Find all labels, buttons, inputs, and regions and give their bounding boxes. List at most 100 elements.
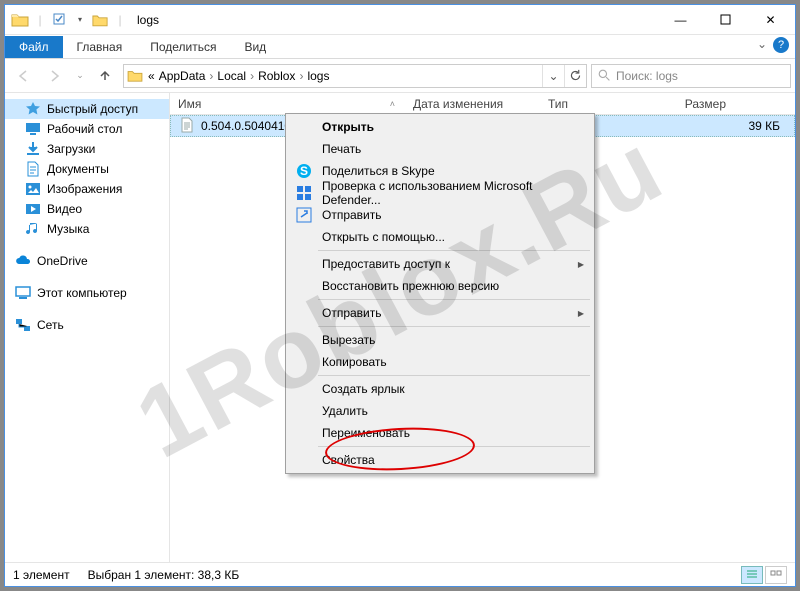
ctx-defender[interactable]: Проверка с использованием Microsoft Defe… — [288, 182, 592, 204]
ctx-create-shortcut[interactable]: Создать ярлык — [288, 378, 592, 400]
sidebar-item-label: Музыка — [47, 222, 89, 236]
help-icon[interactable]: ? — [773, 37, 789, 53]
submenu-arrow-icon: ▶ — [578, 260, 592, 269]
document-icon — [25, 161, 41, 177]
context-menu: Открыть Печать S Поделиться в Skype Пров… — [285, 113, 595, 474]
col-size[interactable]: Размер — [640, 97, 740, 111]
forward-button[interactable] — [41, 63, 69, 89]
crumb-local[interactable]: Local› — [215, 65, 256, 87]
sidebar-item-label: Загрузки — [47, 142, 95, 156]
ctx-openwith[interactable]: Открыть с помощью... — [288, 226, 592, 248]
sidebar-item-this-pc[interactable]: Этот компьютер — [5, 283, 169, 303]
sidebar-item-images[interactable]: Изображения — [5, 179, 169, 199]
ribbon-file-tab[interactable]: Файл — [5, 36, 63, 58]
ctx-print[interactable]: Печать — [288, 138, 592, 160]
status-selection: Выбран 1 элемент: 38,3 КБ — [88, 568, 240, 582]
ctx-properties[interactable]: Свойства — [288, 449, 592, 471]
sidebar-item-label: Видео — [47, 202, 82, 216]
search-input[interactable]: Поиск: logs — [591, 64, 791, 88]
column-headers[interactable]: Имя˄ Дата изменения Тип Размер — [170, 93, 795, 115]
sidebar-item-label: Быстрый доступ — [47, 102, 138, 116]
address-folder-icon — [124, 69, 146, 82]
col-name[interactable]: Имя˄ — [170, 97, 405, 111]
crumb-appdata[interactable]: AppData› — [157, 65, 216, 87]
sidebar-item-music[interactable]: Музыка — [5, 219, 169, 239]
desktop-icon — [25, 121, 41, 137]
crumb-prefix[interactable]: « — [146, 65, 157, 87]
qat-folder-icon[interactable] — [91, 11, 109, 29]
close-button[interactable]: ✕ — [748, 5, 793, 34]
sidebar-item-label: Рабочий стол — [47, 122, 122, 136]
sidebar-item-network[interactable]: Сеть — [5, 315, 169, 335]
sidebar-item-desktop[interactable]: Рабочий стол — [5, 119, 169, 139]
ctx-cut[interactable]: Вырезать — [288, 329, 592, 351]
skype-icon: S — [296, 163, 312, 179]
share-icon — [296, 207, 312, 223]
sidebar-item-label: Сеть — [37, 318, 64, 332]
col-date[interactable]: Дата изменения — [405, 97, 540, 111]
sidebar-item-label: OneDrive — [37, 254, 88, 268]
sidebar: Быстрый доступ Рабочий стол Загрузки Док… — [5, 93, 170, 562]
recent-button[interactable]: ⌄ — [73, 63, 87, 89]
maximize-button[interactable] — [703, 5, 748, 34]
cloud-icon — [15, 253, 31, 269]
pc-icon — [15, 285, 31, 301]
col-type[interactable]: Тип — [540, 97, 640, 111]
ribbon: Файл Главная Поделиться Вид ⌄ ? — [5, 35, 795, 59]
qat-sep2: | — [111, 11, 129, 29]
sidebar-item-video[interactable]: Видео — [5, 199, 169, 219]
ctx-send-to[interactable]: Отправить▶ — [288, 302, 592, 324]
status-count: 1 элемент — [13, 568, 70, 582]
search-placeholder: Поиск: logs — [616, 69, 678, 83]
back-button[interactable] — [9, 63, 37, 89]
sidebar-item-label: Этот компьютер — [37, 286, 127, 300]
window-title: logs — [137, 13, 159, 27]
crumb-roblox[interactable]: Roblox› — [256, 65, 305, 87]
music-icon — [25, 221, 41, 237]
ctx-delete[interactable]: Удалить — [288, 400, 592, 422]
defender-icon — [296, 185, 312, 201]
refresh-button[interactable] — [564, 65, 586, 87]
crumb-logs[interactable]: logs — [305, 65, 331, 87]
sidebar-item-downloads[interactable]: Загрузки — [5, 139, 169, 159]
submenu-arrow-icon: ▶ — [578, 309, 592, 318]
ctx-open[interactable]: Открыть — [288, 116, 592, 138]
address-bar[interactable]: « AppData› Local› Roblox› logs ⌄ — [123, 64, 587, 88]
video-icon — [25, 201, 41, 217]
address-dropdown-icon[interactable]: ⌄ — [542, 65, 564, 87]
file-size: 39 КБ — [694, 119, 794, 133]
ctx-grant-access[interactable]: Предоставить доступ к▶ — [288, 253, 592, 275]
nav-row: ⌄ « AppData› Local› Roblox› logs ⌄ Поиск… — [5, 59, 795, 93]
qat-sep: | — [31, 11, 49, 29]
download-icon — [25, 141, 41, 157]
ctx-rename[interactable]: Переименовать — [288, 422, 592, 444]
sidebar-item-documents[interactable]: Документы — [5, 159, 169, 179]
ctx-share[interactable]: Отправить — [288, 204, 592, 226]
sidebar-item-quick-access[interactable]: Быстрый доступ — [5, 99, 169, 119]
textfile-icon — [179, 117, 195, 136]
svg-text:S: S — [300, 164, 308, 178]
status-bar: 1 элемент Выбран 1 элемент: 38,3 КБ — [5, 562, 795, 586]
ribbon-tab-share[interactable]: Поделиться — [136, 36, 230, 58]
qat-dropdown-icon[interactable]: ▾ — [71, 11, 89, 29]
star-icon — [25, 101, 41, 117]
ribbon-tab-home[interactable]: Главная — [63, 36, 137, 58]
ctx-restore[interactable]: Восстановить прежнюю версию — [288, 275, 592, 297]
network-icon — [15, 317, 31, 333]
ctx-copy[interactable]: Копировать — [288, 351, 592, 373]
view-large-button[interactable] — [765, 566, 787, 584]
minimize-button[interactable]: — — [658, 5, 703, 34]
image-icon — [25, 181, 41, 197]
title-bar: | ▾ | logs — ✕ — [5, 5, 795, 35]
up-button[interactable] — [91, 63, 119, 89]
qat-check-icon[interactable] — [51, 11, 69, 29]
sort-indicator-icon: ˄ — [390, 99, 395, 109]
ribbon-expand-icon[interactable]: ⌄ — [757, 37, 767, 53]
sidebar-item-label: Изображения — [47, 182, 122, 196]
sidebar-item-onedrive[interactable]: OneDrive — [5, 251, 169, 271]
sidebar-item-label: Документы — [47, 162, 109, 176]
folder-icon — [11, 11, 29, 29]
view-details-button[interactable] — [741, 566, 763, 584]
ribbon-tab-view[interactable]: Вид — [230, 36, 280, 58]
search-icon — [592, 69, 616, 82]
